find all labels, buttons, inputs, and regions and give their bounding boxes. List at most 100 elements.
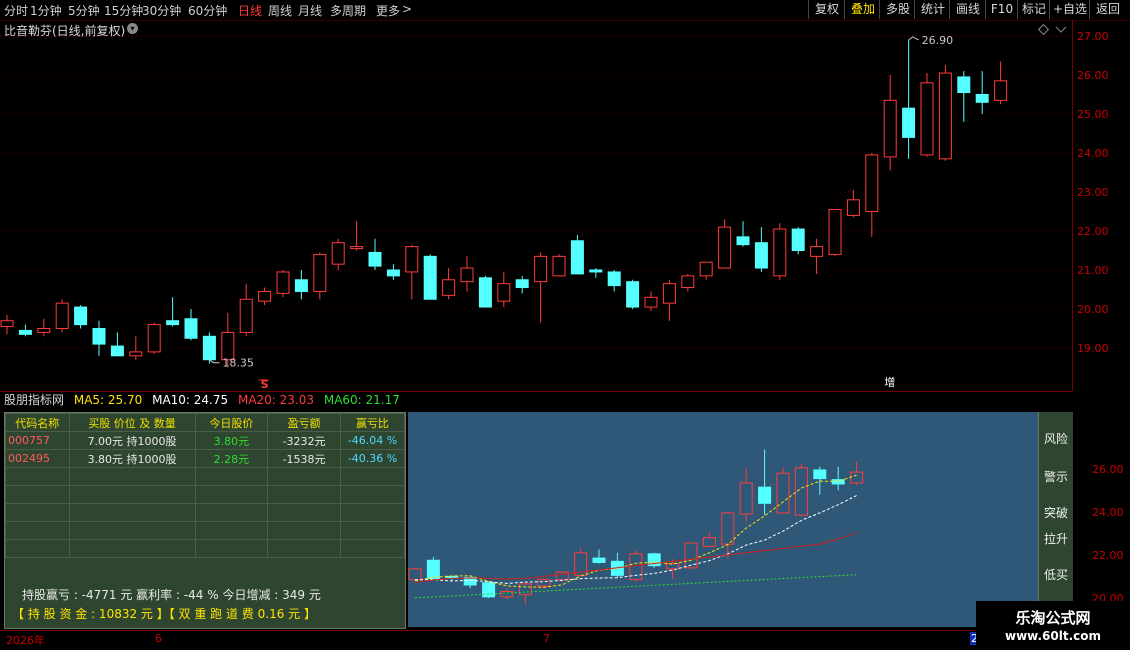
high-label: 26.90 bbox=[922, 34, 954, 47]
ma60-value: MA60: 21.17 bbox=[323, 393, 400, 407]
period-9[interactable]: 多周期 bbox=[330, 2, 366, 19]
date-month-7: 7 bbox=[543, 632, 550, 645]
candle bbox=[883, 75, 897, 171]
mini-candle bbox=[647, 552, 661, 568]
diamond-icon[interactable] bbox=[1037, 23, 1050, 36]
mini-y-tick-label: 24.00 bbox=[1092, 506, 1124, 519]
ma5-value: MA5: 25.70 bbox=[73, 393, 143, 407]
candle bbox=[736, 221, 750, 247]
mini-candle bbox=[482, 581, 496, 598]
mini-candle bbox=[702, 532, 716, 548]
candle bbox=[313, 252, 327, 300]
toolbar-button-1[interactable]: 叠加 bbox=[844, 0, 881, 19]
candle bbox=[810, 238, 824, 274]
table-row-empty bbox=[5, 539, 406, 558]
table-row[interactable]: 000757 7.00元 持1000股 3.80元 -3232元 -46.04 % bbox=[5, 431, 406, 450]
candle bbox=[791, 227, 805, 255]
chevron-down-icon[interactable] bbox=[1055, 26, 1067, 33]
table-cell-price: 2.28元 bbox=[194, 449, 269, 468]
mini-candle bbox=[518, 581, 532, 605]
period-3[interactable]: 15分钟 bbox=[104, 2, 143, 19]
toolbar-button-2[interactable]: 多股 bbox=[879, 0, 916, 19]
toolbar-button-6[interactable]: 标记 bbox=[1017, 0, 1050, 19]
period-2[interactable]: 5分钟 bbox=[68, 2, 100, 19]
ma20-value: MA20: 23.03 bbox=[237, 393, 315, 407]
candle bbox=[386, 264, 400, 280]
candle bbox=[994, 61, 1008, 105]
candle bbox=[478, 275, 492, 308]
candle bbox=[202, 332, 216, 364]
candle bbox=[607, 270, 621, 292]
y-tick-label: 25.00 bbox=[1077, 108, 1109, 121]
period-4[interactable]: 30分钟 bbox=[142, 2, 181, 19]
candle bbox=[55, 299, 69, 333]
mini-y-tick-label: 22.00 bbox=[1092, 549, 1124, 562]
signal-button-0[interactable]: 风险 bbox=[1039, 430, 1073, 447]
toolbar-button-7[interactable]: +自选 bbox=[1049, 0, 1090, 19]
signal-button-4[interactable]: 低买 bbox=[1039, 566, 1073, 583]
indicator-name[interactable]: 股朋指标网 bbox=[4, 393, 64, 407]
candle bbox=[350, 221, 364, 251]
candle bbox=[644, 291, 658, 311]
candle bbox=[718, 219, 732, 269]
zeng-marker: 增 bbox=[884, 375, 895, 389]
mini-candle bbox=[850, 461, 864, 486]
signal-button-1[interactable]: 警示 bbox=[1039, 468, 1073, 485]
low-label: 18.35 bbox=[222, 357, 254, 370]
table-row[interactable]: 002495 3.80元 持1000股 2.28元 -1538元 -40.36 % bbox=[5, 449, 406, 468]
candle bbox=[294, 270, 308, 300]
y-tick-label: 22.00 bbox=[1077, 225, 1109, 238]
candle bbox=[37, 318, 51, 337]
toolbar-button-3[interactable]: 统计 bbox=[914, 0, 951, 19]
more-arrow-icon[interactable]: > bbox=[402, 2, 412, 16]
candle bbox=[18, 324, 32, 337]
candle bbox=[865, 153, 879, 237]
table-cell-ratio: -40.36 % bbox=[339, 449, 406, 468]
candle bbox=[773, 223, 787, 280]
mini-candle bbox=[500, 588, 514, 599]
candle bbox=[975, 71, 989, 114]
candle bbox=[497, 271, 511, 308]
y-tick-label: 24.00 bbox=[1077, 147, 1109, 160]
period-8[interactable]: 月线 bbox=[298, 2, 322, 19]
candle bbox=[846, 190, 860, 218]
toolbar-button-5[interactable]: F10 bbox=[985, 0, 1018, 19]
candle bbox=[423, 254, 437, 300]
table-cell-pl: -1538元 bbox=[267, 449, 341, 468]
candle bbox=[0, 314, 14, 335]
candle bbox=[589, 268, 603, 278]
toolbar-button-0[interactable]: 复权 bbox=[808, 0, 845, 19]
toolbar-button-8[interactable]: 返回 bbox=[1089, 0, 1126, 19]
signal-button-3[interactable]: 拉升 bbox=[1039, 530, 1073, 547]
y-tick-label: 26.00 bbox=[1077, 69, 1109, 82]
table-cell-ratio: -46.04 % bbox=[339, 431, 406, 450]
candlestick-chart[interactable]: 27.00 26.00 25.00 24.00 23.00 22.00 21.00 20.00… bbox=[0, 20, 1118, 391]
period-7[interactable]: 周线 bbox=[268, 2, 292, 19]
candle bbox=[920, 73, 934, 157]
candle bbox=[258, 287, 272, 306]
signal-buttons: 风险警示突破拉升低买 bbox=[1038, 412, 1073, 627]
period-6[interactable]: 日线 bbox=[238, 2, 262, 19]
ma10-value: MA10: 24.75 bbox=[152, 393, 229, 407]
toolbar-button-4[interactable]: 画线 bbox=[949, 0, 986, 19]
y-tick-label: 20.00 bbox=[1077, 303, 1109, 316]
table-header: 买股 价位 及 数量 bbox=[68, 413, 196, 432]
table-row-empty bbox=[5, 521, 406, 540]
period-5[interactable]: 60分钟 bbox=[188, 2, 227, 19]
candle bbox=[754, 227, 768, 272]
period-1[interactable]: 1分钟 bbox=[30, 2, 62, 19]
mini-candle bbox=[794, 463, 808, 517]
table-cell-code: 000757 bbox=[5, 431, 70, 450]
period-0[interactable]: 分时 bbox=[4, 2, 28, 19]
candle bbox=[166, 297, 180, 327]
period-10[interactable]: 更多 bbox=[376, 2, 400, 19]
mini-candle bbox=[776, 467, 790, 515]
y-tick-label: 27.00 bbox=[1077, 30, 1109, 43]
candle bbox=[74, 305, 88, 329]
table-row-empty bbox=[5, 485, 406, 504]
y-tick-label: 19.00 bbox=[1077, 342, 1109, 355]
candle bbox=[184, 309, 198, 341]
table-cell-code: 002495 bbox=[5, 449, 70, 468]
signal-button-2[interactable]: 突破 bbox=[1039, 504, 1073, 521]
candle bbox=[276, 270, 290, 298]
